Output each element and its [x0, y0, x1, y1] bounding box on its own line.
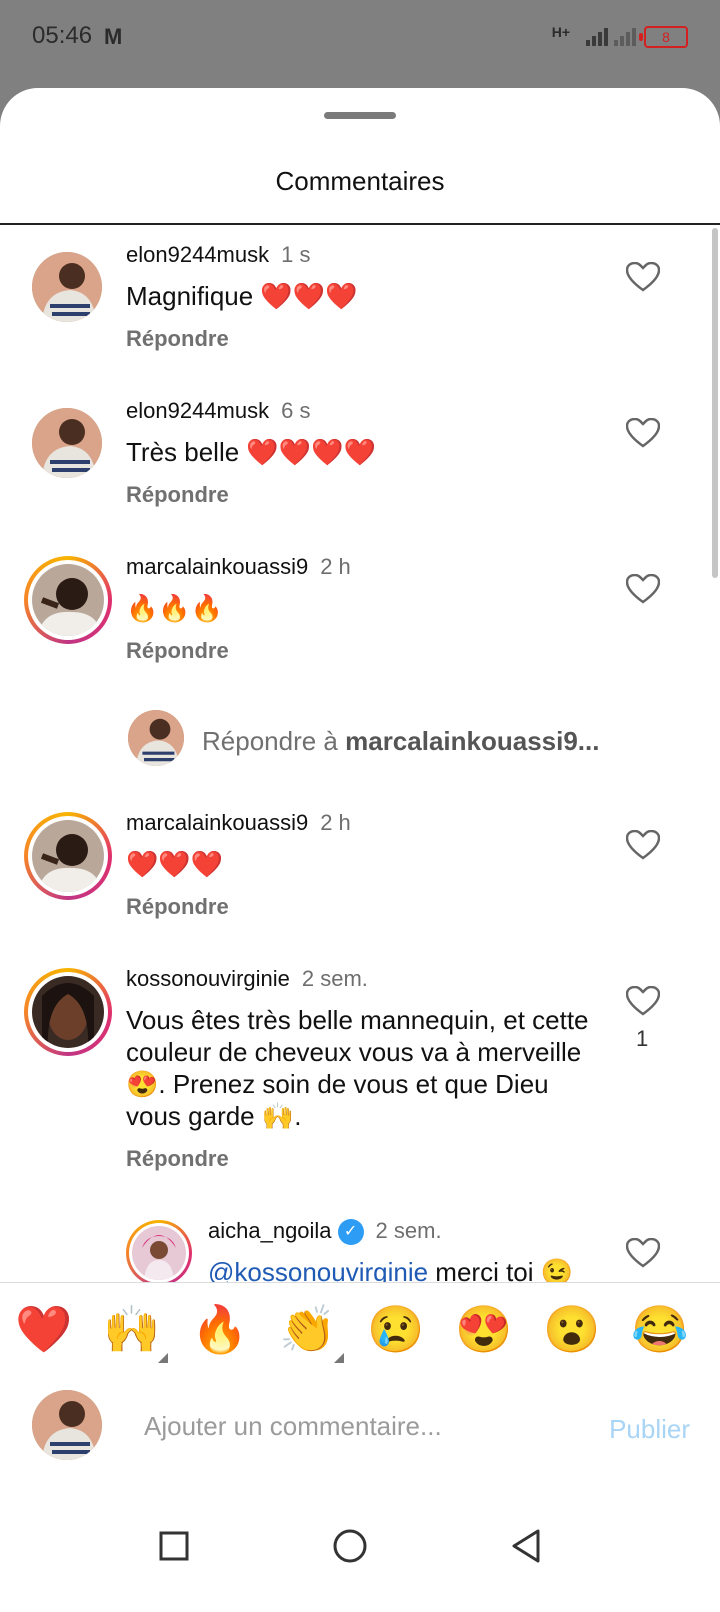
reply-button[interactable]: Répondre: [126, 638, 229, 664]
comment-time: 2 sem.: [301, 966, 368, 991]
back-icon[interactable]: [496, 1516, 556, 1576]
divider: [0, 223, 720, 225]
like-heart-icon[interactable]: [626, 418, 660, 448]
reply-button[interactable]: Répondre: [126, 1146, 229, 1172]
comment-text: Magnifique ❤️❤️❤️: [126, 281, 358, 311]
comment-username[interactable]: marcalainkouassi9 2 h: [126, 810, 351, 836]
current-user-avatar: [32, 1390, 102, 1460]
skin-tone-indicator-icon: [158, 1353, 168, 1363]
home-icon[interactable]: [320, 1516, 380, 1576]
avatar-story-ring[interactable]: [126, 1220, 192, 1282]
emoji-fire[interactable]: 🔥: [190, 1299, 250, 1359]
comment-input[interactable]: [142, 1402, 566, 1450]
comment-text: ❤️❤️❤️: [126, 849, 224, 879]
clock: 05:46: [32, 22, 93, 49]
avatar-story-ring[interactable]: [24, 968, 112, 1056]
comment-item: elon9244musk 1 s Magnifique ❤️❤️❤️ Répond…: [0, 238, 720, 378]
comment-text: Très belle ❤️❤️❤️❤️: [126, 437, 376, 467]
comments-sheet: Commentaires elon9244musk 1 s Magnifique …: [0, 88, 720, 1612]
reply-button[interactable]: Répondre: [126, 326, 229, 352]
reply-button[interactable]: Répondre: [126, 482, 229, 508]
emoji-quick-bar: ❤️ 🙌 🔥 👏 😢 😍 😮 😂: [0, 1282, 720, 1378]
like-heart-icon[interactable]: [626, 574, 660, 604]
comment-compose-bar: Publier: [0, 1376, 720, 1486]
avatar[interactable]: [32, 408, 102, 478]
like-heart-icon[interactable]: [626, 986, 660, 1016]
emoji-raised-hands[interactable]: 🙌: [102, 1299, 162, 1359]
network-type: H+: [551, 24, 570, 40]
comment-username[interactable]: marcalainkouassi9 2 h: [126, 554, 351, 580]
drag-handle[interactable]: [324, 112, 396, 119]
battery-icon: 8: [639, 26, 688, 48]
gmail-icon: M: [104, 24, 123, 49]
like-heart-icon[interactable]: [626, 262, 660, 292]
comment-item: kossonouvirginie 2 sem. Vous êtes très be…: [0, 962, 720, 1182]
emoji-crying[interactable]: 😢: [366, 1299, 426, 1359]
comment-text: Vous êtes très belle mannequin, et cette…: [126, 1005, 589, 1131]
emoji-clapping[interactable]: 👏: [278, 1299, 338, 1359]
comment-item: aicha_ngoila ✓ 2 sem. @kossonouvirginie me…: [0, 1214, 720, 1282]
comment-text: 🔥🔥🔥: [126, 593, 224, 623]
status-bar: 05:46 M H+ 8: [0, 0, 720, 78]
emoji-surprised[interactable]: 😮: [542, 1299, 602, 1359]
avatar[interactable]: [32, 252, 102, 322]
avatar-story-ring[interactable]: [24, 812, 112, 900]
avatar-story-ring[interactable]: [24, 556, 112, 644]
system-nav-bar: [0, 1486, 720, 1612]
comment-item: marcalainkouassi9 2 h ❤️❤️❤️ Répondre: [0, 806, 720, 946]
reply-button[interactable]: Répondre: [126, 894, 229, 920]
sheet-title: Commentaires: [275, 166, 445, 196]
signal-icon: [586, 28, 608, 46]
signal-secondary-icon: [614, 28, 636, 46]
emoji-heart[interactable]: ❤️: [14, 1299, 74, 1359]
like-count: 1: [636, 1026, 649, 1051]
reply-to-label: Répondre à marcalainkouassi9...: [202, 726, 600, 756]
mention-link[interactable]: @kossonouvirginie: [208, 1257, 428, 1282]
like-heart-icon[interactable]: [626, 830, 660, 860]
emoji-laughing[interactable]: 😂: [630, 1299, 690, 1359]
comment-time: 2 h: [320, 554, 351, 579]
comment-username[interactable]: kossonouvirginie 2 sem.: [126, 966, 368, 992]
comment-username[interactable]: elon9244musk 1 s: [126, 242, 310, 268]
comment-time: 2 h: [320, 810, 351, 835]
comment-time: 2 sem.: [375, 1218, 442, 1243]
publish-button[interactable]: Publier: [609, 1414, 690, 1445]
comment-time: 1 s: [281, 242, 311, 267]
verified-badge-icon: ✓: [337, 1219, 364, 1246]
recent-apps-icon[interactable]: [144, 1516, 204, 1576]
skin-tone-indicator-icon: [334, 1353, 344, 1363]
comment-username[interactable]: aicha_ngoila ✓ 2 sem.: [208, 1218, 442, 1246]
comment-item: elon9244musk 6 s Très belle ❤️❤️❤️❤️ Répo…: [0, 394, 720, 534]
avatar: [128, 710, 184, 766]
like-heart-icon[interactable]: [626, 1238, 660, 1268]
emoji-heart-eyes[interactable]: 😍: [454, 1299, 514, 1359]
comment-time: 6 s: [281, 398, 311, 423]
comment-username[interactable]: elon9244musk 6 s: [126, 398, 310, 424]
comment-text: @kossonouvirginie merci toi 😉: [208, 1256, 573, 1282]
comment-item: marcalainkouassi9 2 h 🔥🔥🔥 Répondre: [0, 550, 720, 690]
